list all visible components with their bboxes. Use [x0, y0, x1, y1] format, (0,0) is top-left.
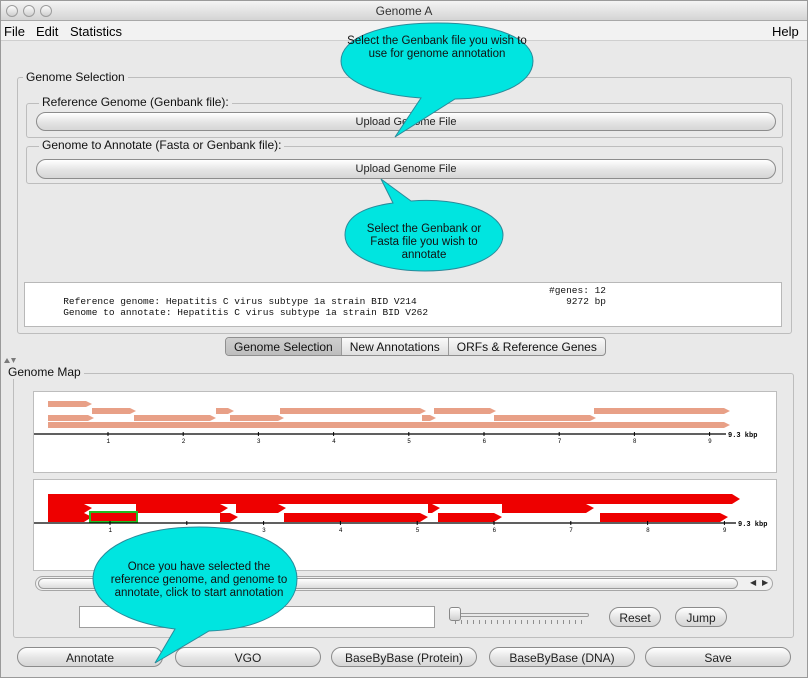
application-window: Genome A File Edit Statistics Help Genom…	[0, 0, 808, 678]
gene-arrow[interactable]	[136, 504, 228, 513]
reference-genome-legend: Reference Genome (Genbank file):	[39, 95, 232, 109]
tab-bar: Genome Selection New Annotations ORFs & …	[225, 337, 606, 356]
gene-arrow[interactable]	[494, 415, 596, 421]
axis-tick-label: 9	[708, 438, 712, 445]
gene-arrow[interactable]	[600, 513, 728, 522]
zoom-slider[interactable]	[449, 607, 591, 625]
reference-map-svg: 1 2 3 4 5 6 7 8 9 9.3 kbp	[34, 401, 757, 445]
axis-tick-label: 8	[633, 438, 637, 445]
slider-knob[interactable]	[449, 607, 461, 621]
tab-genome-selection[interactable]: Genome Selection	[226, 338, 342, 355]
axis-end-label: 9.3 kbp	[728, 432, 757, 440]
slider-track	[453, 613, 589, 617]
menu-statistics[interactable]: Statistics	[70, 24, 122, 39]
menu-edit[interactable]: Edit	[36, 24, 58, 39]
log-target-text: Genome to annotate: Hepatitis C virus su…	[63, 307, 429, 318]
save-button[interactable]: Save	[645, 647, 791, 667]
gene-arrow[interactable]	[284, 513, 428, 522]
title-bar: Genome A	[1, 1, 807, 21]
jump-button[interactable]: Jump	[675, 607, 727, 627]
gene-arrow[interactable]	[280, 408, 426, 414]
gene-arrow[interactable]	[48, 513, 92, 522]
reference-genes	[48, 401, 730, 428]
axis-tick-label: 7	[569, 527, 573, 534]
log-genome-length: 9272 bp	[549, 296, 607, 307]
axis-end-label: 9.3 kbp	[738, 521, 767, 529]
scroll-left-icon[interactable]: ◀	[750, 578, 756, 587]
annotate-genome-legend: Genome to Annotate (Fasta or Genbank fil…	[39, 138, 285, 152]
gene-arrow[interactable]	[48, 422, 730, 428]
basebybase-dna-label: BaseByBase (DNA)	[509, 651, 615, 665]
axis-tick-label: 4	[332, 438, 336, 445]
annotated-genes	[48, 494, 740, 522]
split-pane-arrows-icon[interactable]	[3, 357, 17, 365]
gene-arrow[interactable]	[594, 408, 730, 414]
upload-target-label: Upload Genome File	[355, 163, 457, 175]
axis-tick-label: 5	[416, 527, 420, 534]
axis-tick-label: 3	[257, 438, 261, 445]
gene-arrow[interactable]	[216, 408, 234, 414]
tab-new-annotations[interactable]: New Annotations	[342, 338, 449, 355]
gene-arrow[interactable]	[48, 504, 92, 513]
axis-tick-label: 6	[483, 438, 487, 445]
gene-arrow[interactable]	[92, 408, 136, 414]
callout-annotate-text: Once you have selected the reference gen…	[110, 561, 288, 599]
window-title: Genome A	[375, 4, 433, 18]
log-line-reference: Reference genome: Hepatitis C virus subt…	[29, 285, 777, 307]
log-genes-count: #genes: 12	[549, 285, 607, 296]
log-line-target: Genome to annotate: Hepatitis C virus su…	[29, 296, 777, 318]
gene-arrow[interactable]	[220, 513, 238, 522]
menu-file[interactable]: File	[4, 24, 25, 39]
axis-tick-label: 8	[646, 527, 650, 534]
gene-arrow[interactable]	[134, 415, 216, 421]
menu-help[interactable]: Help	[772, 24, 799, 39]
basebybase-protein-button[interactable]: BaseByBase (Protein)	[331, 647, 477, 667]
axis-tick-label: 2	[182, 438, 186, 445]
scroll-right-icon[interactable]: ▶	[762, 578, 768, 587]
axis-tick-label: 7	[558, 438, 562, 445]
gene-arrow[interactable]	[438, 513, 502, 522]
axis-tick-label: 9	[723, 527, 727, 534]
genome-map-legend: Genome Map	[5, 365, 84, 379]
reset-button[interactable]: Reset	[609, 607, 661, 627]
slider-ticks	[455, 620, 587, 624]
gene-arrow[interactable]	[236, 504, 286, 513]
reference-genome-map[interactable]: 1 2 3 4 5 6 7 8 9 9.3 kbp	[33, 391, 777, 473]
reset-label: Reset	[619, 611, 651, 625]
axis-tick-label: 5	[407, 438, 411, 445]
gene-arrow[interactable]	[48, 401, 92, 407]
save-label: Save	[704, 651, 732, 665]
axis-tick-label: 4	[339, 527, 343, 534]
gene-arrow[interactable]	[422, 415, 436, 421]
genome-selection-legend: Genome Selection	[23, 70, 128, 84]
gene-arrow[interactable]	[434, 408, 496, 414]
selected-gene-highlight[interactable]	[89, 511, 138, 523]
gene-arrow[interactable]	[48, 415, 94, 421]
upload-target-button[interactable]: Upload Genome File	[36, 159, 776, 179]
tab-orfs-reference-genes[interactable]: ORFs & Reference Genes	[449, 338, 605, 355]
callout-target-text: Select the Genbank or Fasta file you wis…	[366, 223, 482, 261]
gene-arrow[interactable]	[48, 494, 740, 504]
callout-reference-text: Select the Genbank file you wish to use …	[347, 35, 527, 60]
basebybase-dna-button[interactable]: BaseByBase (DNA)	[489, 647, 635, 667]
genome-info-log: Reference genome: Hepatitis C virus subt…	[24, 282, 782, 327]
gene-arrow[interactable]	[230, 415, 284, 421]
basebybase-protein-label: BaseByBase (Protein)	[344, 651, 464, 665]
gene-arrow[interactable]	[502, 504, 594, 513]
axis-tick-label: 1	[107, 438, 111, 445]
jump-label: Jump	[686, 611, 716, 625]
gene-arrow[interactable]	[428, 504, 440, 513]
axis-tick-label: 6	[493, 527, 497, 534]
